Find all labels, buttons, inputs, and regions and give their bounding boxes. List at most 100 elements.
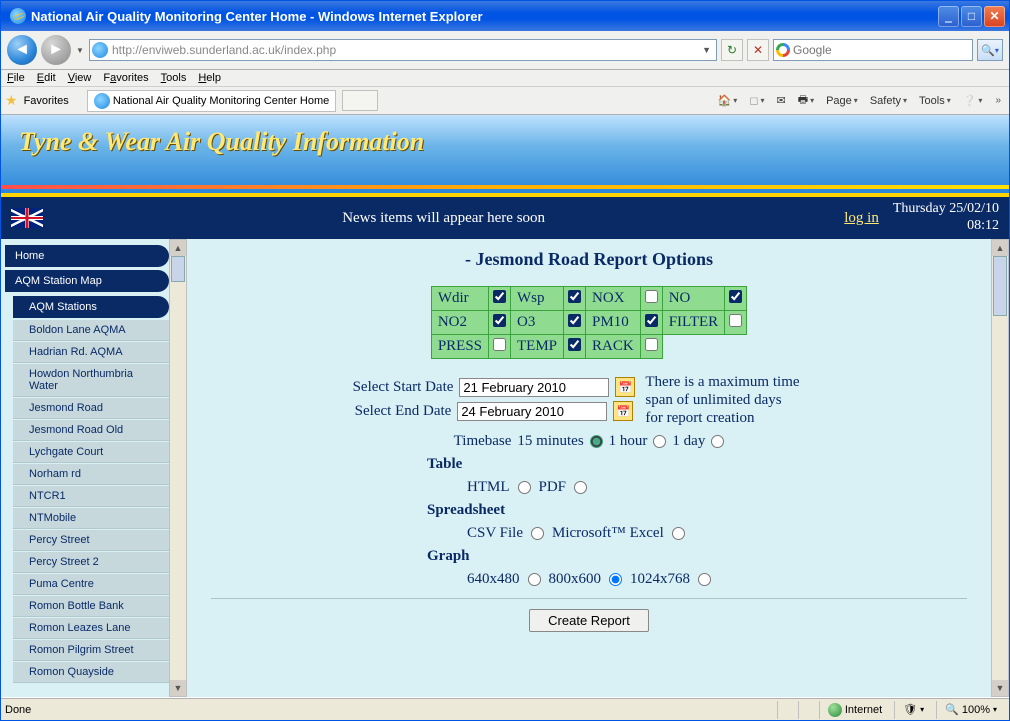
refresh-button[interactable]: ↻ (721, 39, 743, 61)
graph-heading: Graph (427, 548, 971, 565)
menu-file[interactable]: File (7, 72, 25, 84)
close-button[interactable]: ✕ (984, 6, 1005, 27)
browser-tab[interactable]: National Air Quality Monitoring Center H… (87, 90, 336, 112)
pollutant-checkbox-wsp[interactable] (568, 290, 581, 303)
status-zone[interactable]: Internet (819, 701, 890, 719)
nav-toolbar: ◄ ► ▼ ▼ ↻ ✕ 🔍▾ (1, 31, 1009, 70)
address-input[interactable] (112, 43, 699, 57)
sidebar-item-station[interactable]: Romon Bottle Bank (13, 596, 169, 617)
status-text: Done (5, 704, 31, 716)
sidebar-scrollbar[interactable]: ▲▼ (169, 239, 187, 697)
pollutant-checkbox-filter[interactable] (729, 314, 742, 327)
sidebar-item-station[interactable]: Percy Street (13, 530, 169, 551)
start-date-calendar-icon[interactable]: 📅 (615, 377, 635, 397)
sidebar-item-station[interactable]: Romon Quayside (13, 662, 169, 683)
home-button[interactable]: 🏠▾ (715, 92, 741, 109)
search-input[interactable] (793, 43, 970, 57)
site-icon (92, 42, 108, 58)
end-date-calendar-icon[interactable]: 📅 (613, 401, 633, 421)
status-cell-empty2 (798, 701, 815, 719)
statusbar: Done Internet 🛡▾ 🔍 100% ▾ (1, 698, 1009, 720)
favorites-star-icon[interactable]: ★ (5, 92, 18, 109)
create-report-button[interactable]: Create Report (529, 609, 649, 632)
radio-table-pdf[interactable] (574, 481, 587, 494)
radio-excel[interactable] (672, 527, 685, 540)
pollutant-checkbox-o3[interactable] (568, 314, 581, 327)
pollutant-checkbox-pm10[interactable] (645, 314, 658, 327)
minimize-button[interactable]: ‗ (938, 6, 959, 27)
radio-800x600[interactable] (609, 573, 622, 586)
pollutant-grid: WdirWspNOXNONO2O3PM10FILTERPRESSTEMPRACK (431, 286, 747, 359)
sidebar-item-station[interactable]: NTCR1 (13, 486, 169, 507)
pollutant-checkbox-nox[interactable] (645, 290, 658, 303)
login-link[interactable]: log in (844, 210, 879, 227)
menu-tools[interactable]: Tools (161, 72, 187, 84)
pollutant-checkbox-temp[interactable] (568, 338, 581, 351)
sidebar-item-map[interactable]: AQM Station Map (5, 270, 169, 292)
radio-timebase-1day[interactable] (711, 435, 724, 448)
radio-timebase-1hour[interactable] (653, 435, 666, 448)
radio-csv[interactable] (531, 527, 544, 540)
help-button[interactable]: ❔▾ (960, 92, 986, 109)
sidebar-item-station[interactable]: Percy Street 2 (13, 552, 169, 573)
start-date-label: Select Start Date (353, 379, 454, 396)
zoom-control[interactable]: 🔍 100% ▾ (936, 701, 1005, 719)
sidebar-item-station[interactable]: Lychgate Court (13, 442, 169, 463)
pollutant-label: RACK (586, 335, 641, 359)
sidebar-item-station[interactable]: Romon Leazes Lane (13, 618, 169, 639)
sidebar-item-station[interactable]: Puma Centre (13, 574, 169, 595)
pollutant-checkbox-press[interactable] (493, 338, 506, 351)
spreadsheet-options: CSV File Microsoft™ Excel (467, 525, 971, 542)
window-title: National Air Quality Monitoring Center H… (31, 9, 483, 24)
sidebar-item-station[interactable]: Hadrian Rd. AQMA (13, 342, 169, 363)
uk-flag-icon[interactable] (11, 208, 43, 228)
pollutant-checkbox-rack[interactable] (645, 338, 658, 351)
safety-menu[interactable]: Safety▾ (867, 93, 910, 109)
back-button[interactable]: ◄ (7, 35, 37, 65)
maximize-button[interactable]: □ (961, 6, 982, 27)
main-scrollbar[interactable]: ▲▼ (991, 239, 1009, 697)
pollutant-label: Wdir (431, 287, 488, 311)
sidebar-item-station[interactable]: Romon Pilgrim Street (13, 640, 169, 661)
radio-timebase-15min[interactable] (590, 435, 603, 448)
sidebar-item-station[interactable]: NTMobile (13, 508, 169, 529)
sidebar-item-station[interactable]: Jesmond Road Old (13, 420, 169, 441)
nav-history-dropdown[interactable]: ▼ (75, 46, 85, 55)
page-menu[interactable]: Page▾ (823, 93, 861, 109)
radio-1024x768[interactable] (698, 573, 711, 586)
sidebar-header-stations[interactable]: AQM Stations (13, 296, 169, 318)
radio-table-html[interactable] (518, 481, 531, 494)
news-ticker: News items will appear here soon (43, 210, 844, 227)
protected-mode-cell[interactable]: 🛡▾ (894, 701, 932, 719)
sidebar-item-station[interactable]: Boldon Lane AQMA (13, 320, 169, 341)
tools-menu[interactable]: Tools▾ (916, 93, 954, 109)
pollutant-checkbox-wdir[interactable] (493, 290, 506, 303)
sidebar-item-station[interactable]: Norham rd (13, 464, 169, 485)
viewport: Tyne & Wear Air Quality Information News… (1, 115, 1009, 698)
stop-button[interactable]: ✕ (747, 39, 769, 61)
internet-zone-icon (828, 703, 842, 717)
search-button[interactable]: 🔍▾ (977, 39, 1003, 61)
menu-help[interactable]: Help (198, 72, 221, 84)
address-dropdown[interactable]: ▼ (699, 45, 714, 55)
menu-view[interactable]: View (68, 72, 92, 84)
feeds-button[interactable]: ◻▾ (746, 92, 767, 109)
sidebar-item-station[interactable]: Howdon Northumbria Water (13, 364, 169, 397)
end-date-input[interactable] (457, 402, 607, 421)
menu-favorites[interactable]: Favorites (103, 72, 148, 84)
read-mail-button[interactable]: ✉ (773, 92, 788, 109)
menu-edit[interactable]: Edit (37, 72, 56, 84)
pollutant-checkbox-no2[interactable] (493, 314, 506, 327)
print-button[interactable]: 🖶▾ (795, 89, 817, 112)
sidebar-item-station[interactable]: Jesmond Road (13, 398, 169, 419)
start-date-input[interactable] (459, 378, 609, 397)
radio-640x480[interactable] (528, 573, 541, 586)
favorites-label[interactable]: Favorites (24, 95, 69, 107)
forward-button[interactable]: ► (41, 35, 71, 65)
new-tab-button[interactable] (342, 90, 378, 111)
pollutant-checkbox-no[interactable] (729, 290, 742, 303)
address-bar[interactable]: ▼ (89, 39, 717, 61)
search-box[interactable] (773, 39, 973, 61)
sidebar-item-home[interactable]: Home (5, 245, 169, 267)
overflow-chevron[interactable]: » (991, 95, 1005, 106)
